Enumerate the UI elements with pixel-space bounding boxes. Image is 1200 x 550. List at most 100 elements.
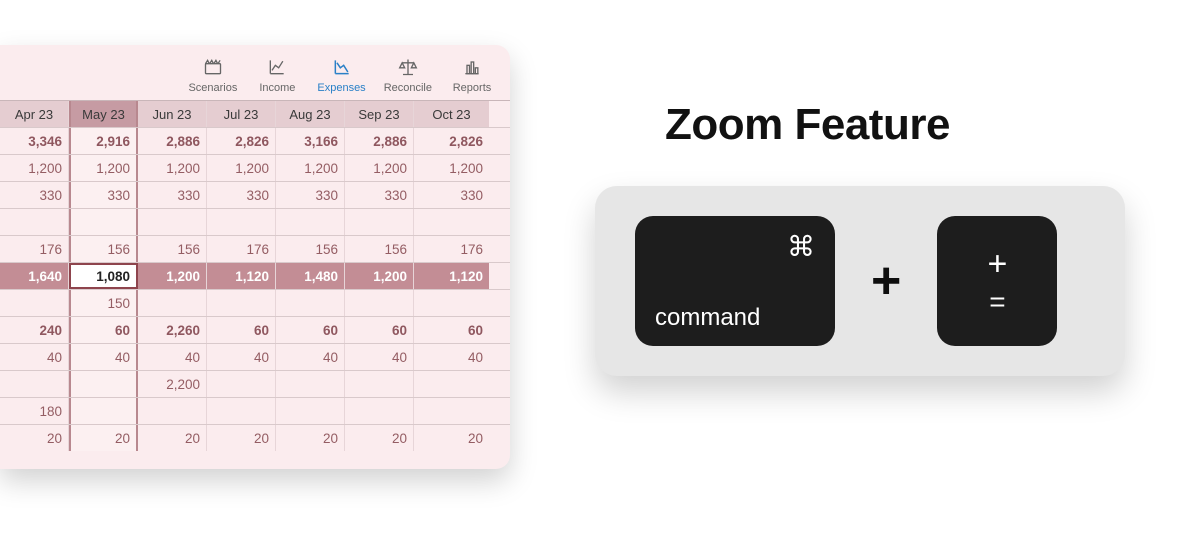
cell[interactable]: [207, 398, 276, 424]
cell[interactable]: [414, 398, 489, 424]
column-header[interactable]: Aug 23: [276, 101, 345, 127]
cell[interactable]: 2,886: [138, 128, 207, 154]
cell[interactable]: 330: [345, 182, 414, 208]
cell[interactable]: 156: [138, 236, 207, 262]
cell[interactable]: 20: [69, 425, 138, 451]
cell[interactable]: [138, 209, 207, 235]
cell[interactable]: 1,200: [414, 155, 489, 181]
cell[interactable]: 2,260: [138, 317, 207, 343]
cell[interactable]: [0, 290, 69, 316]
cell[interactable]: 1,200: [69, 155, 138, 181]
cell[interactable]: 240: [0, 317, 69, 343]
cell[interactable]: 40: [138, 344, 207, 370]
cell[interactable]: 1,640: [0, 263, 69, 289]
tab-expenses[interactable]: Expenses: [317, 57, 365, 94]
cell[interactable]: 1,120: [207, 263, 276, 289]
cell[interactable]: [207, 371, 276, 397]
cell[interactable]: [69, 398, 138, 424]
cell[interactable]: [414, 371, 489, 397]
cell[interactable]: [345, 371, 414, 397]
cell[interactable]: 20: [0, 425, 69, 451]
cell[interactable]: 1,200: [0, 155, 69, 181]
cell[interactable]: [276, 371, 345, 397]
cell[interactable]: [276, 209, 345, 235]
cell[interactable]: [276, 398, 345, 424]
tab-reports[interactable]: Reports: [450, 57, 494, 94]
cell[interactable]: 40: [69, 344, 138, 370]
cell[interactable]: 60: [207, 317, 276, 343]
cell[interactable]: 2,886: [345, 128, 414, 154]
column-header[interactable]: Jul 23: [207, 101, 276, 127]
cell[interactable]: 40: [414, 344, 489, 370]
cell[interactable]: 156: [276, 236, 345, 262]
cell[interactable]: 40: [276, 344, 345, 370]
page-title: Zoom Feature: [665, 100, 1155, 150]
cell[interactable]: [276, 290, 345, 316]
column-header[interactable]: Sep 23: [345, 101, 414, 127]
column-header[interactable]: Oct 23: [414, 101, 489, 127]
cell[interactable]: 20: [345, 425, 414, 451]
cell[interactable]: 20: [207, 425, 276, 451]
cell[interactable]: 40: [207, 344, 276, 370]
cell[interactable]: 1,200: [276, 155, 345, 181]
cell[interactable]: 330: [138, 182, 207, 208]
cell[interactable]: 180: [0, 398, 69, 424]
cell[interactable]: [69, 209, 138, 235]
tab-label: Income: [259, 82, 295, 94]
cell[interactable]: [414, 209, 489, 235]
tab-scenarios[interactable]: Scenarios: [188, 57, 237, 94]
tab-income[interactable]: Income: [255, 57, 299, 94]
cell[interactable]: 1,200: [138, 263, 207, 289]
cell[interactable]: 40: [0, 344, 69, 370]
cell[interactable]: [0, 371, 69, 397]
cell[interactable]: 330: [207, 182, 276, 208]
cell[interactable]: [207, 209, 276, 235]
cell[interactable]: 60: [345, 317, 414, 343]
cell[interactable]: [345, 290, 414, 316]
cell[interactable]: 20: [414, 425, 489, 451]
cell[interactable]: 3,166: [276, 128, 345, 154]
cell[interactable]: 60: [414, 317, 489, 343]
cell[interactable]: 1,080: [69, 263, 138, 289]
cell[interactable]: 2,826: [414, 128, 489, 154]
cell[interactable]: 176: [414, 236, 489, 262]
column-header[interactable]: Jun 23: [138, 101, 207, 127]
table-row: 2,200: [0, 370, 510, 397]
cell[interactable]: 330: [69, 182, 138, 208]
cell[interactable]: 20: [276, 425, 345, 451]
cell[interactable]: 330: [0, 182, 69, 208]
cell[interactable]: 176: [207, 236, 276, 262]
cell[interactable]: [69, 371, 138, 397]
column-header[interactable]: May 23: [69, 101, 138, 127]
cell[interactable]: 40: [345, 344, 414, 370]
cell[interactable]: 1,120: [414, 263, 489, 289]
cell[interactable]: 330: [414, 182, 489, 208]
cell[interactable]: 330: [276, 182, 345, 208]
tab-reconcile[interactable]: Reconcile: [384, 57, 432, 94]
cell[interactable]: 3,346: [0, 128, 69, 154]
cell[interactable]: 156: [69, 236, 138, 262]
cell[interactable]: 2,916: [69, 128, 138, 154]
data-grid[interactable]: Apr 23May 23Jun 23Jul 23Aug 23Sep 23Oct …: [0, 100, 510, 451]
cell[interactable]: 1,200: [138, 155, 207, 181]
cell[interactable]: 60: [276, 317, 345, 343]
cell[interactable]: 2,826: [207, 128, 276, 154]
cell[interactable]: 156: [345, 236, 414, 262]
cell[interactable]: 1,200: [345, 155, 414, 181]
cell[interactable]: 1,200: [207, 155, 276, 181]
cell[interactable]: [345, 398, 414, 424]
cell[interactable]: 20: [138, 425, 207, 451]
cell[interactable]: [138, 290, 207, 316]
cell[interactable]: 150: [69, 290, 138, 316]
cell[interactable]: 1,200: [345, 263, 414, 289]
cell[interactable]: 176: [0, 236, 69, 262]
cell[interactable]: [345, 209, 414, 235]
cell[interactable]: [207, 290, 276, 316]
cell[interactable]: 60: [69, 317, 138, 343]
cell[interactable]: [414, 290, 489, 316]
cell[interactable]: 2,200: [138, 371, 207, 397]
cell[interactable]: [0, 209, 69, 235]
column-header[interactable]: Apr 23: [0, 101, 69, 127]
cell[interactable]: 1,480: [276, 263, 345, 289]
cell[interactable]: [138, 398, 207, 424]
